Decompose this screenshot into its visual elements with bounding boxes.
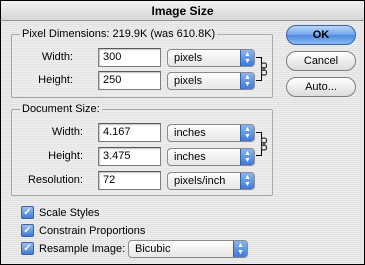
doc-width-unit: inches xyxy=(174,127,206,139)
resolution-label: Resolution: xyxy=(27,174,83,186)
pixel-height-unit-popup[interactable]: pixels ▲ ▼ xyxy=(167,72,255,90)
pixel-width-unit-popup[interactable]: pixels ▲ ▼ xyxy=(167,49,255,67)
pixel-width-unit: pixels xyxy=(174,52,203,64)
pixel-height-field[interactable]: 250 xyxy=(98,71,161,90)
doc-height-unit-popup[interactable]: inches ▲ ▼ xyxy=(167,148,255,166)
document-size-group: Document Size: Width: 4.167 inches ▲ ▼ He… xyxy=(11,103,273,196)
resample-method-popup[interactable]: Bicubic ▲ ▼ xyxy=(128,240,248,258)
dialog-body: Image Size Pixel Dimensions: 219.9K (was… xyxy=(1,1,364,264)
pixel-dimensions-group: Pixel Dimensions: 219.9K (was 610.8K) Wi… xyxy=(11,28,273,98)
window-title: Image Size xyxy=(1,1,364,21)
resolution-unit: pixels/inch xyxy=(174,175,226,187)
chain-link-icon xyxy=(260,137,268,151)
resolution-unit-popup[interactable]: pixels/inch ▲ ▼ xyxy=(167,172,255,190)
resolution-field[interactable]: 72 xyxy=(98,171,161,190)
image-size-dialog: Image Size Pixel Dimensions: 219.9K (was… xyxy=(0,0,365,265)
auto-button[interactable]: Auto... xyxy=(286,77,356,97)
constrain-proportions-label: Constrain Proportions xyxy=(39,225,146,237)
doc-height-label: Height: xyxy=(48,150,83,162)
scale-styles-label: Scale Styles xyxy=(39,207,100,219)
resample-image-label: Resample Image: xyxy=(39,243,126,255)
pixel-dimensions-size: 219.9K (was 610.8K) xyxy=(112,28,216,40)
pixel-height-unit: pixels xyxy=(174,75,203,87)
ok-button[interactable]: OK xyxy=(286,25,356,45)
updown-arrows-icon: ▲ ▼ xyxy=(240,73,254,89)
resample-method: Bicubic xyxy=(135,243,171,255)
updown-arrows-icon: ▲ ▼ xyxy=(233,241,247,257)
updown-arrows-icon: ▲ ▼ xyxy=(240,125,254,141)
pixel-height-label: Height: xyxy=(38,74,73,86)
updown-arrows-icon: ▲ ▼ xyxy=(240,173,254,189)
pixel-dimensions-heading: Pixel Dimensions: 219.9K (was 610.8K) xyxy=(20,28,218,40)
scale-styles-checkbox[interactable]: ✓ xyxy=(21,206,34,219)
pixel-width-field[interactable]: 300 xyxy=(98,48,161,67)
doc-width-unit-popup[interactable]: inches ▲ ▼ xyxy=(167,124,255,142)
doc-width-label: Width: xyxy=(51,126,83,138)
pixel-dimensions-label: Pixel Dimensions: xyxy=(22,28,110,40)
doc-width-field[interactable]: 4.167 xyxy=(98,123,161,142)
updown-arrows-icon: ▲ ▼ xyxy=(240,149,254,165)
document-size-label: Document Size: xyxy=(20,103,102,115)
cancel-button[interactable]: Cancel xyxy=(286,51,356,71)
updown-arrows-icon: ▲ ▼ xyxy=(240,50,254,66)
constrain-proportions-checkbox[interactable]: ✓ xyxy=(21,224,34,237)
pixel-width-label: Width: xyxy=(41,51,73,63)
chain-link-icon xyxy=(260,62,268,76)
doc-height-field[interactable]: 3.475 xyxy=(98,147,161,166)
doc-height-unit: inches xyxy=(174,151,206,163)
resample-image-checkbox[interactable]: ✓ xyxy=(21,242,34,255)
